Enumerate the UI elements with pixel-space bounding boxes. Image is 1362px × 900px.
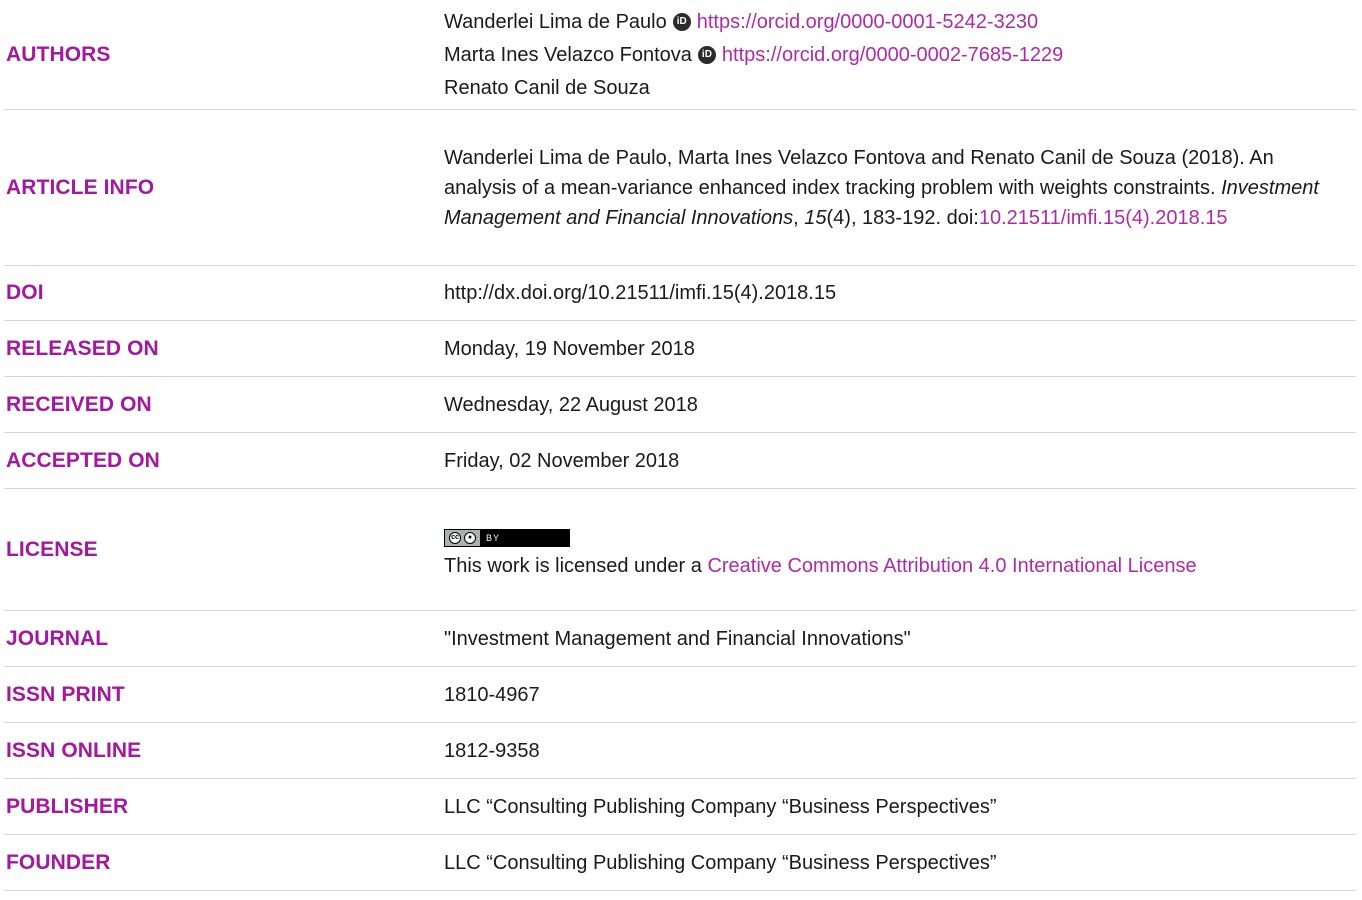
row-publisher: PUBLISHER LLC “Consulting Publishing Com…: [4, 779, 1356, 835]
license-text: This work is licensed under a: [444, 555, 708, 577]
released-on-label: RELEASED ON: [6, 336, 159, 360]
doi-value: http://dx.doi.org/10.21511/imfi.15(4).20…: [444, 282, 837, 304]
issn-online-label: ISSN ONLINE: [6, 738, 142, 762]
row-journal: JOURNAL "Investment Management and Finan…: [4, 611, 1356, 667]
authors-value: Wanderlei Lima de Paulo iD https://orcid…: [444, 5, 1356, 104]
row-license: LICENSE cc ● BY This work is licensed un…: [4, 489, 1356, 611]
license-label: LICENSE: [6, 537, 98, 561]
cc-by-license-badge[interactable]: cc ● BY: [444, 529, 570, 547]
author-item: Marta Ines Velazco Fontova iD https://or…: [444, 38, 1326, 71]
cc-badge-by-text: BY: [486, 533, 501, 543]
founder-label: FOUNDER: [6, 850, 111, 874]
founder-value: LLC “Consulting Publishing Company “Busi…: [444, 851, 997, 874]
article-info-label: ARTICLE INFO: [6, 175, 155, 199]
author-item: Renato Canil de Souza: [444, 71, 1326, 104]
author-orcid-link[interactable]: https://orcid.org/0000-0002-7685-1229: [722, 40, 1063, 70]
accepted-on-label: ACCEPTED ON: [6, 448, 160, 472]
row-received-on: RECEIVED ON Wednesday, 22 August 2018: [4, 377, 1356, 433]
cc-badge-left: cc ●: [445, 530, 480, 546]
row-founder: FOUNDER LLC “Consulting Publishing Compa…: [4, 835, 1356, 891]
author-orcid-link[interactable]: https://orcid.org/0000-0001-5242-3230: [697, 7, 1038, 37]
citation-issue-pages: (4), 183-192. doi:: [826, 206, 979, 229]
citation-volume: 15: [804, 206, 827, 229]
journal-label: JOURNAL: [6, 626, 109, 650]
accepted-on-value: Friday, 02 November 2018: [444, 449, 680, 472]
citation-text: Wanderlei Lima de Paulo, Marta Ines Vela…: [444, 146, 1274, 199]
released-on-value: Monday, 19 November 2018: [444, 337, 695, 360]
publisher-value: LLC “Consulting Publishing Company “Busi…: [444, 795, 997, 818]
received-on-value: Wednesday, 22 August 2018: [444, 393, 698, 416]
row-issn-print: ISSN PRINT 1810-4967: [4, 667, 1356, 723]
article-metadata-table: AUTHORS Wanderlei Lima de Paulo iD https…: [4, 0, 1356, 891]
received-on-label: RECEIVED ON: [6, 392, 152, 416]
doi-label: DOI: [6, 281, 44, 304]
orcid-icon: iD: [697, 45, 716, 64]
journal-value: "Investment Management and Financial Inn…: [444, 627, 911, 650]
row-accepted-on: ACCEPTED ON Friday, 02 November 2018: [4, 433, 1356, 489]
author-name: Renato Canil de Souza: [444, 76, 650, 99]
issn-online-value: 1812-9358: [444, 739, 540, 762]
license-value: cc ● BY This work is licensed under a Cr…: [444, 518, 1356, 581]
publisher-label: PUBLISHER: [6, 794, 129, 818]
orcid-icon: iD: [672, 12, 691, 31]
row-issn-online: ISSN ONLINE 1812-9358: [4, 723, 1356, 779]
issn-print-label: ISSN PRINT: [6, 682, 125, 706]
row-article-info: ARTICLE INFO Wanderlei Lima de Paulo, Ma…: [4, 110, 1356, 266]
row-doi: DOI http://dx.doi.org/10.21511/imfi.15(4…: [4, 266, 1356, 321]
by-person-icon: ●: [464, 532, 476, 544]
author-item: Wanderlei Lima de Paulo iD https://orcid…: [444, 5, 1326, 38]
license-link[interactable]: Creative Commons Attribution 4.0 Interna…: [707, 555, 1196, 577]
citation-comma: ,: [793, 206, 805, 229]
row-authors: AUTHORS Wanderlei Lima de Paulo iD https…: [4, 0, 1356, 110]
article-info-citation: Wanderlei Lima de Paulo, Marta Ines Vela…: [444, 143, 1356, 233]
citation-doi-link[interactable]: 10.21511/imfi.15(4).2018.15: [979, 207, 1228, 229]
author-name: Wanderlei Lima de Paulo: [444, 10, 667, 33]
cc-icon: cc: [449, 532, 461, 544]
row-released-on: RELEASED ON Monday, 19 November 2018: [4, 321, 1356, 377]
authors-label: AUTHORS: [6, 42, 111, 66]
issn-print-value: 1810-4967: [444, 683, 540, 706]
author-name: Marta Ines Velazco Fontova: [444, 43, 692, 66]
